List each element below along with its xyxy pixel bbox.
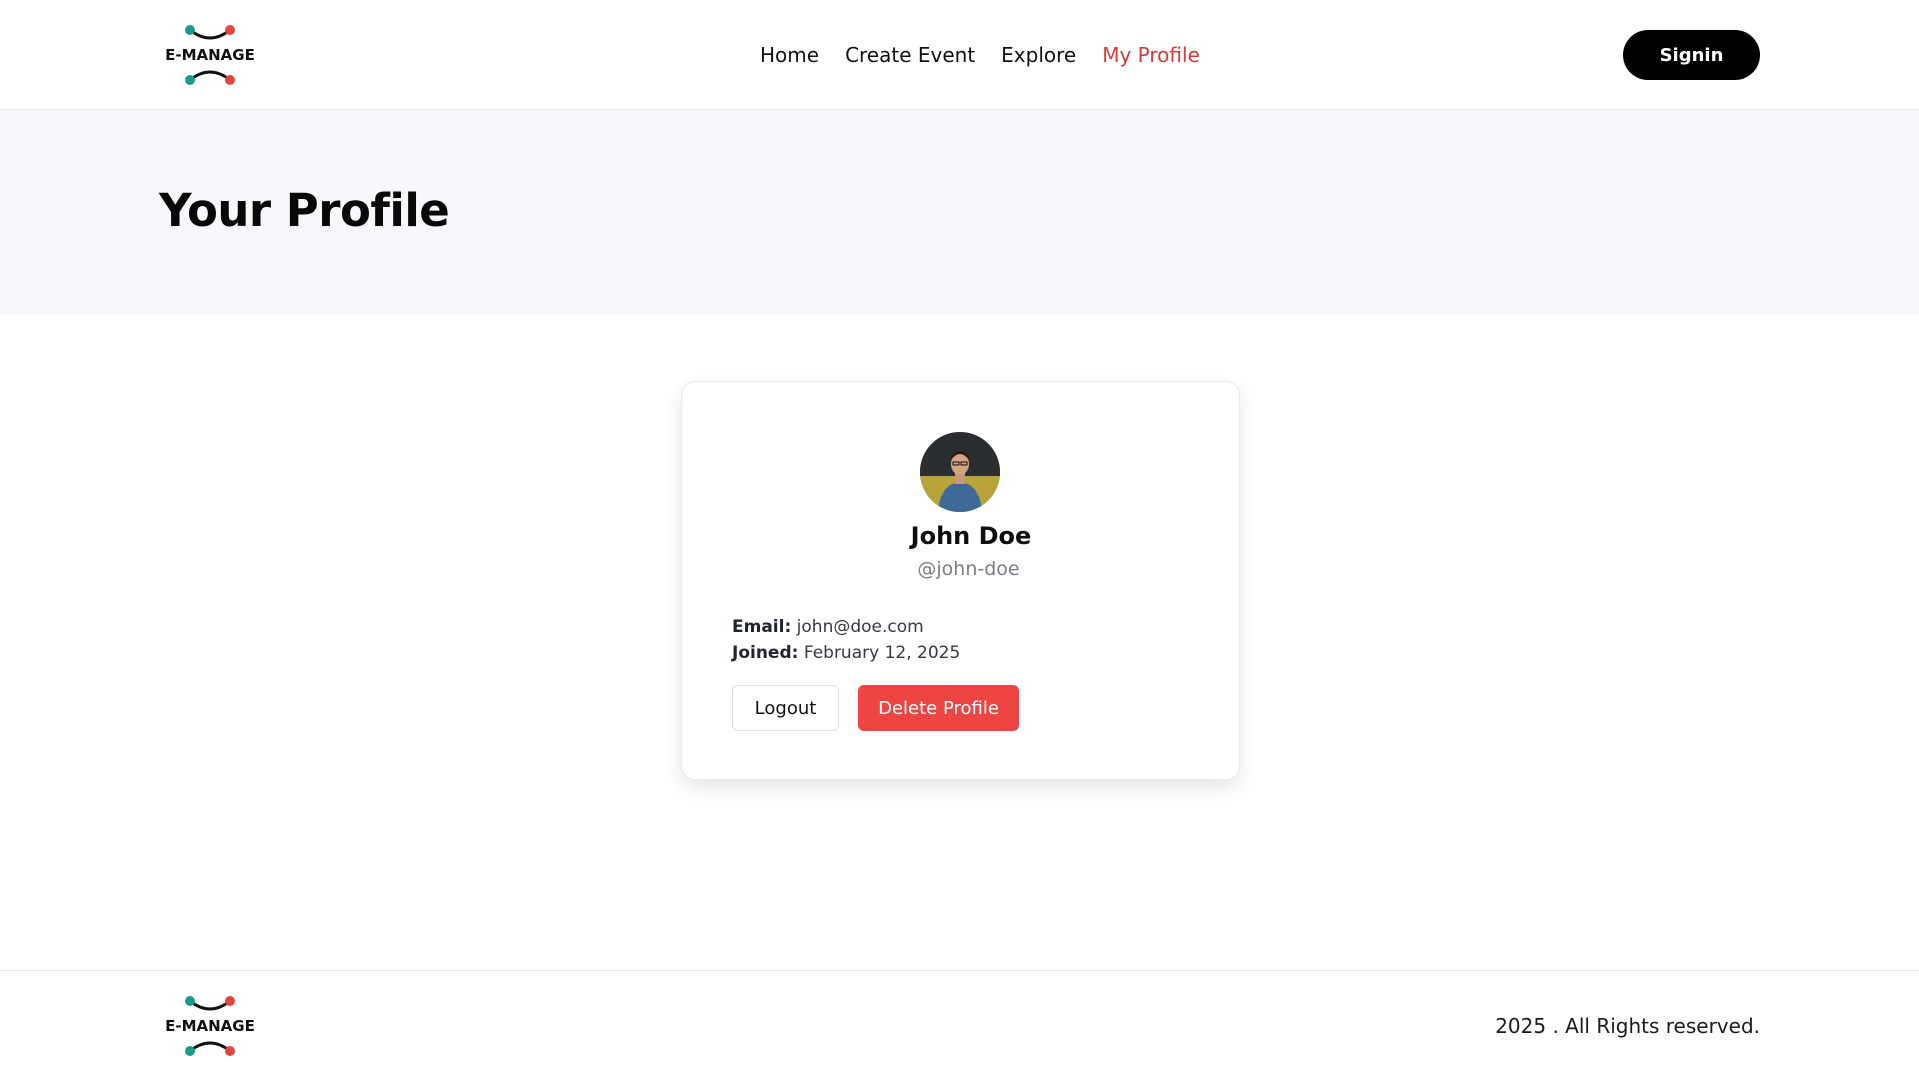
nav-my-profile[interactable]: My Profile — [1102, 43, 1200, 67]
nav-home[interactable]: Home — [760, 43, 819, 67]
email-label: Email: — [732, 617, 792, 637]
copyright-text: 2025 . All Rights reserved. — [1495, 1014, 1760, 1038]
nav-explore[interactable]: Explore — [1001, 43, 1076, 67]
site-footer: E-MANAGE 2025 . All Rights reserved. — [0, 970, 1919, 1079]
page-hero: Your Profile — [0, 110, 1919, 315]
signin-button[interactable]: Signin — [1623, 30, 1760, 80]
email-row: Email: john@doe.com — [732, 614, 960, 640]
nav-create-event[interactable]: Create Event — [845, 43, 975, 67]
profile-info: Email: john@doe.com Joined: February 12,… — [732, 614, 960, 666]
joined-label: Joined: — [732, 643, 799, 663]
svg-text:E-MANAGE: E-MANAGE — [165, 46, 255, 64]
svg-text:E-MANAGE: E-MANAGE — [165, 1017, 255, 1035]
profile-card: John Doe @john-doe Email: john@doe.com J… — [681, 381, 1240, 780]
logout-button[interactable]: Logout — [732, 685, 839, 731]
joined-row: Joined: February 12, 2025 — [732, 640, 960, 666]
profile-name: John Doe — [910, 522, 1032, 550]
footer-logo[interactable]: E-MANAGE — [160, 995, 260, 1057]
logo-icon: E-MANAGE — [165, 25, 255, 85]
profile-handle: @john-doe — [917, 558, 1020, 580]
avatar — [920, 432, 1000, 512]
brand-logo[interactable]: E-MANAGE — [160, 24, 260, 86]
main-nav: Home Create Event Explore My Profile — [760, 40, 1200, 70]
user-photo-icon — [920, 432, 1000, 512]
logo-icon: E-MANAGE — [165, 996, 255, 1056]
site-header: E-MANAGE Home Create Event Explore My Pr… — [0, 0, 1919, 110]
email-value: john@doe.com — [796, 617, 924, 637]
page-title: Your Profile — [159, 184, 450, 237]
delete-profile-button[interactable]: Delete Profile — [858, 685, 1019, 731]
joined-value: February 12, 2025 — [803, 643, 961, 663]
